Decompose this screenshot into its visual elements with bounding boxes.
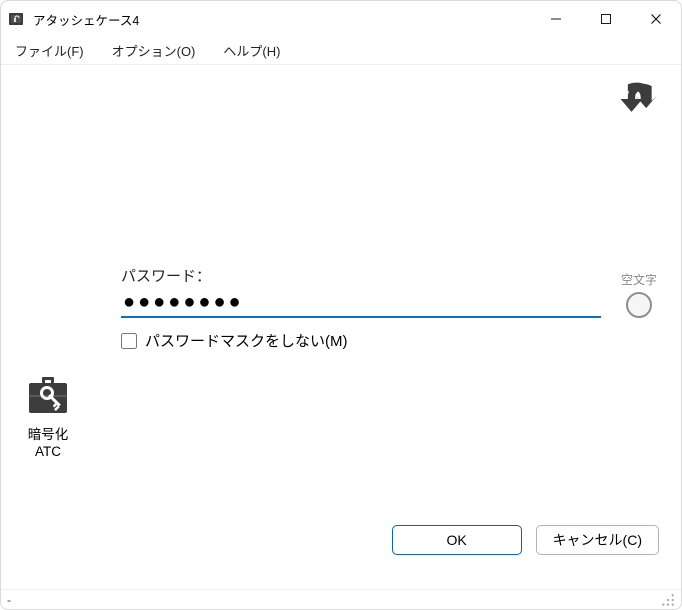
encrypt-mode-icon xyxy=(25,373,71,419)
close-button[interactable] xyxy=(631,1,681,37)
app-icon xyxy=(9,11,25,27)
password-form: パスワード： 空文字 パスワードマスクをしない(M) xyxy=(121,265,659,351)
unmask-label[interactable]: パスワードマスクをしない(M) xyxy=(145,330,348,351)
password-label: パスワード： xyxy=(121,265,601,286)
titlebar: アタッシェケース4 xyxy=(1,1,681,37)
cancel-button[interactable]: キャンセル(C) xyxy=(536,525,659,555)
mode-label-line1: 暗号化 xyxy=(28,427,69,444)
window-title: アタッシェケース4 xyxy=(33,10,139,29)
empty-char-label: 空文字 xyxy=(619,271,659,288)
maximize-button[interactable] xyxy=(581,1,631,37)
back-button[interactable] xyxy=(615,77,659,121)
footer-buttons: OK キャンセル(C) xyxy=(392,525,659,555)
main-panel: パスワード： 空文字 パスワードマスクをしない(M) OK キャンセル(C) xyxy=(95,65,681,589)
mode-label: 暗号化 ATC xyxy=(28,427,69,461)
statusbar-text: - xyxy=(7,593,11,607)
minimize-button[interactable] xyxy=(531,1,581,37)
menu-option[interactable]: オプション(O) xyxy=(108,39,200,62)
window-controls xyxy=(531,1,681,37)
empty-char-radio[interactable] xyxy=(626,292,652,318)
password-input[interactable] xyxy=(121,288,601,318)
resize-grip-icon[interactable] xyxy=(661,593,675,607)
unmask-checkbox[interactable] xyxy=(121,333,137,349)
statusbar: - xyxy=(1,589,681,609)
mode-label-line2: ATC xyxy=(28,444,69,461)
unmask-row: パスワードマスクをしない(M) xyxy=(121,330,659,351)
menu-help[interactable]: ヘルプ(H) xyxy=(219,39,284,62)
menubar: ファイル(F) オプション(O) ヘルプ(H) xyxy=(1,37,681,65)
password-row: パスワード： 空文字 xyxy=(121,265,659,318)
content-area: 暗号化 ATC パスワード： 空文字 xyxy=(1,65,681,589)
sidebar: 暗号化 ATC xyxy=(1,65,95,589)
menu-file[interactable]: ファイル(F) xyxy=(11,39,88,62)
ok-button[interactable]: OK xyxy=(392,525,522,555)
